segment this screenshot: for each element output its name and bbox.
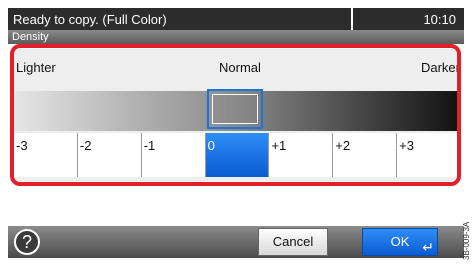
- ok-label: OK: [390, 234, 410, 249]
- copier-screen: Ready to copy. (Full Color) 10:10 Densit…: [8, 8, 464, 258]
- density-step-minus-3[interactable]: -3: [14, 133, 78, 177]
- step-label: +2: [335, 138, 351, 153]
- density-panel: Lighter Normal Darker -3 -2 -1 0 +1 +2 +…: [14, 49, 460, 181]
- density-step-plus-2[interactable]: +2: [333, 133, 398, 177]
- step-label: +3: [399, 138, 414, 153]
- page-title: Density: [12, 31, 49, 43]
- enter-icon: ↵: [422, 239, 434, 255]
- figure-code: 3B-009-3A: [462, 221, 471, 260]
- density-steps: -3 -2 -1 0 +1 +2 +3: [14, 133, 460, 177]
- ok-button[interactable]: OK ↵: [362, 228, 438, 256]
- step-label: +1: [271, 138, 287, 153]
- density-step-0[interactable]: 0: [205, 133, 270, 177]
- scale-labels: Lighter Normal Darker: [14, 49, 460, 91]
- density-step-plus-3[interactable]: +3: [397, 133, 460, 177]
- density-step-plus-1[interactable]: +1: [269, 133, 334, 177]
- step-label: -1: [143, 138, 156, 153]
- darker-label: Darker: [420, 60, 460, 75]
- cancel-button[interactable]: Cancel: [258, 228, 328, 256]
- normal-label: Normal: [219, 60, 261, 75]
- step-label: -3: [16, 138, 28, 153]
- title-bar: Density: [8, 30, 464, 44]
- status-time: 10:10: [423, 12, 456, 27]
- help-icon: ?: [21, 232, 32, 252]
- density-marker: [207, 89, 263, 129]
- status-divider: [351, 8, 353, 30]
- density-marker-inner: [212, 94, 258, 124]
- density-gradient: [14, 89, 460, 131]
- status-message: Ready to copy. (Full Color): [13, 12, 167, 27]
- density-step-minus-1[interactable]: -1: [141, 133, 206, 177]
- footer-bar: ? Cancel OK ↵: [8, 226, 464, 258]
- status-bar: Ready to copy. (Full Color) 10:10: [8, 8, 464, 30]
- step-label: -2: [79, 138, 92, 153]
- help-button[interactable]: ?: [14, 229, 40, 255]
- step-label: 0: [207, 138, 215, 153]
- density-step-minus-2[interactable]: -2: [77, 133, 142, 177]
- lighter-label: Lighter: [16, 60, 56, 75]
